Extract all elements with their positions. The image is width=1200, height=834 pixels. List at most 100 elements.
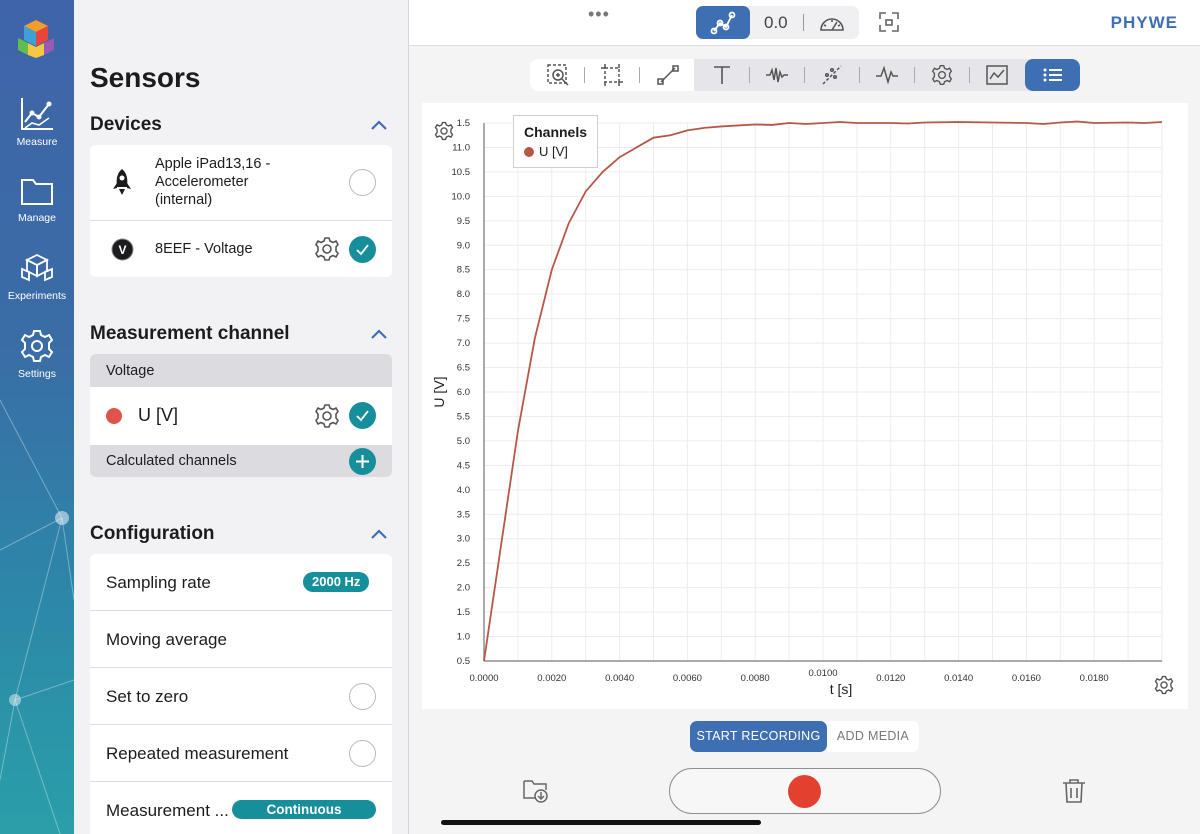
y-tick-label: 5.0: [457, 436, 470, 447]
y-tick-label: 7.0: [457, 338, 470, 349]
checkmark-icon: [356, 244, 369, 256]
regression-icon: [822, 65, 842, 85]
device-row[interactable]: V 8EEF - Voltage: [90, 221, 392, 277]
analysis-tool[interactable]: [973, 59, 1021, 91]
chevron-up-icon[interactable]: [370, 525, 388, 543]
gear-icon[interactable]: [314, 403, 340, 429]
home-indicator: [441, 820, 761, 825]
slope-tool[interactable]: [644, 59, 692, 91]
fit-view-tool[interactable]: [588, 59, 636, 91]
chart-area[interactable]: 0.5 1.0 1.5 2.0 2.5 3.0 3.5 4.0 4.5 5.0 5.5 6.0 6.5 7…: [422, 103, 1188, 709]
top-bar: ••• 0.0 PHYWE: [409, 0, 1200, 46]
divider: [803, 14, 804, 31]
devices-card: Apple iPad13,16 - Accelerometer (interna…: [90, 145, 392, 277]
channel-color-dot: [106, 408, 122, 424]
repeated-measurement-radio[interactable]: [349, 740, 376, 767]
gear-icon[interactable]: [314, 236, 340, 262]
calculated-channels-row: Calculated channels: [90, 445, 392, 477]
list-icon: [1043, 68, 1062, 82]
set-to-zero-radio[interactable]: [349, 683, 376, 710]
device-name: 8EEF - Voltage: [155, 241, 253, 257]
divider: [584, 67, 585, 83]
repeated-measurement-label: Repeated measurement: [106, 744, 289, 763]
sampling-rate-row[interactable]: Sampling rate 2000 Hz: [90, 554, 392, 611]
fit-line-tool[interactable]: [808, 59, 856, 91]
view-mode-segmented: 0.0: [696, 6, 859, 39]
device-row[interactable]: Apple iPad13,16 - Accelerometer (interna…: [90, 145, 392, 221]
phywe-logo-icon: [18, 20, 54, 58]
sensors-panel: Sensors Devices Apple iPad13,16 - Accele…: [74, 0, 409, 834]
device-select-radio[interactable]: [349, 169, 376, 196]
x-axis-gear-icon[interactable]: [1154, 675, 1174, 695]
device-selected-check[interactable]: [349, 236, 376, 263]
chart-legend: Channels U [V]: [513, 115, 598, 168]
zoom-select-icon: [547, 64, 569, 86]
chevron-up-icon[interactable]: [370, 116, 388, 134]
record-dot-icon: [788, 775, 821, 808]
x-tick-label: 0.0160: [1012, 673, 1041, 684]
add-media-tab[interactable]: ADD MEDIA: [827, 721, 919, 752]
configuration-header[interactable]: Configuration: [90, 523, 392, 545]
rail-item-label: Manage: [18, 212, 56, 224]
chart-settings-tool[interactable]: [918, 59, 966, 91]
divider: [914, 67, 915, 83]
measurement-mode-badge[interactable]: Continuous: [232, 800, 376, 819]
start-recording-tab[interactable]: START RECORDING: [690, 721, 827, 752]
x-tick-label: 0.0060: [673, 673, 702, 684]
channel-label: U [V]: [138, 405, 179, 425]
rail-item-settings[interactable]: Settings: [0, 328, 74, 380]
y-tick-label: 11.0: [452, 142, 470, 153]
x-tick-label: 0.0040: [605, 673, 634, 684]
channel-row[interactable]: U [V]: [90, 387, 392, 445]
y-tick-label: 8.5: [457, 265, 470, 276]
configuration-card: Sampling rate 2000 Hz Moving average Set…: [90, 554, 392, 834]
trash-icon[interactable]: [1062, 778, 1086, 804]
fit-frame-icon: [601, 64, 623, 86]
measurement-mode-row[interactable]: Measurement ... Continuous: [90, 782, 392, 834]
chevron-up-icon[interactable]: [370, 325, 388, 343]
text-tool[interactable]: [698, 59, 746, 91]
folder-download-icon[interactable]: [522, 776, 550, 804]
gear-icon: [20, 330, 54, 362]
line-chart: 0.5 1.0 1.5 2.0 2.5 3.0 3.5 4.0 4.5 5.0 5.5 6.0 6.5 7…: [431, 118, 1163, 697]
graph-nodes-icon: [710, 11, 736, 35]
record-button[interactable]: [669, 768, 941, 814]
brand-logo: PHYWE: [1110, 13, 1178, 32]
graph-view-button[interactable]: [696, 6, 750, 39]
moving-average-row[interactable]: Moving average: [90, 611, 392, 668]
section-title: Measurement channel: [90, 323, 290, 344]
measurement-channel-header[interactable]: Measurement channel: [90, 323, 392, 345]
rail-item-manage[interactable]: Manage: [0, 174, 74, 224]
y-tick-label: 1.0: [457, 632, 470, 643]
chart-toolbar: [530, 59, 1080, 91]
sampling-rate-label: Sampling rate: [106, 573, 211, 592]
y-tick-label: 6.5: [457, 363, 470, 374]
pulse-icon: [876, 65, 898, 85]
sampling-rate-badge[interactable]: 2000 Hz: [303, 572, 370, 592]
y-tick-label: 2.5: [457, 558, 470, 569]
channel-selected-check[interactable]: [349, 402, 376, 429]
divider: [804, 67, 805, 83]
y-tick-label: 8.0: [457, 289, 470, 300]
rail-item-label: Settings: [18, 368, 56, 380]
gauge-icon[interactable]: [818, 12, 846, 34]
smoothing-tool[interactable]: [753, 59, 801, 91]
devices-header[interactable]: Devices: [90, 114, 392, 136]
set-to-zero-row[interactable]: Set to zero: [90, 668, 392, 725]
add-calculated-channel-button[interactable]: [349, 448, 376, 475]
rail-item-experiments[interactable]: Experiments: [0, 252, 74, 302]
fullscreen-icon[interactable]: [879, 12, 899, 32]
y-axis-gear-icon[interactable]: [434, 121, 454, 141]
divider: [639, 67, 640, 83]
repeated-measurement-row[interactable]: Repeated measurement: [90, 725, 392, 782]
plus-icon: [356, 455, 369, 468]
zoom-area-tool[interactable]: [534, 59, 582, 91]
legend-color-dot: [524, 147, 534, 157]
more-dots-icon[interactable]: •••: [588, 4, 610, 25]
list-view-tool[interactable]: [1025, 59, 1080, 91]
signal-tool[interactable]: [863, 59, 911, 91]
x-tick-label: 0.0140: [944, 673, 973, 684]
rail-item-measure[interactable]: Measure: [0, 96, 74, 148]
numeric-view-value[interactable]: 0.0: [764, 13, 788, 33]
experiments-icon: [21, 253, 53, 282]
